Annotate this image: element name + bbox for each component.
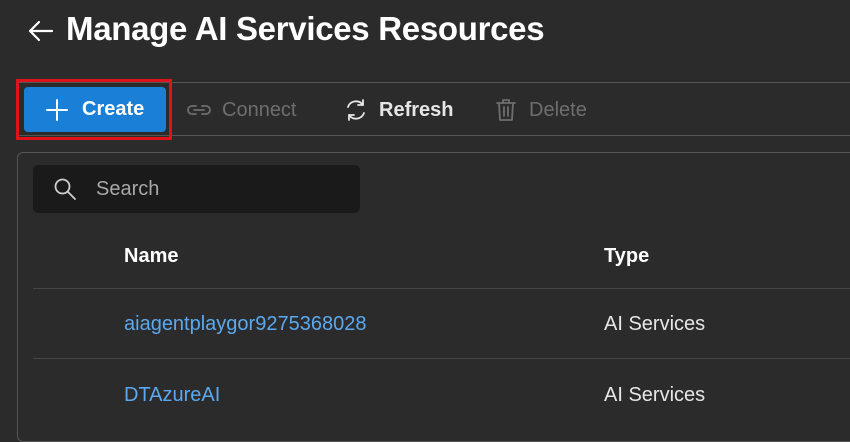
resource-name-link[interactable]: aiagentplaygor9275368028 [124,313,366,336]
trash-icon [496,99,516,121]
delete-button[interactable]: Delete [492,92,587,128]
refresh-icon [347,99,365,121]
create-button[interactable]: Create [24,87,166,132]
search-input[interactable] [94,176,338,202]
resource-type: AI Services [604,384,706,406]
connect-button-label: Connect [222,98,297,121]
page-title: Manage AI Services Resources [66,10,545,47]
plus-icon [46,98,68,121]
header-divider [33,288,850,289]
link-icon [187,105,211,115]
resource-type: AI Services [604,313,706,335]
row-divider [33,358,850,359]
arrow-left-icon[interactable] [26,16,56,46]
create-button-label: Create [82,98,145,120]
connect-button[interactable]: Connect [185,92,297,128]
search-box[interactable] [33,165,360,213]
delete-button-label: Delete [529,98,587,121]
resource-name-link[interactable]: DTAzureAI [124,384,220,407]
column-header-name[interactable]: Name [124,245,178,268]
refresh-button[interactable]: Refresh [342,92,453,128]
page-header: Manage AI Services Resources [0,0,850,70]
column-header-type[interactable]: Type [604,245,649,268]
refresh-button-label: Refresh [379,98,454,121]
search-icon [54,178,76,200]
